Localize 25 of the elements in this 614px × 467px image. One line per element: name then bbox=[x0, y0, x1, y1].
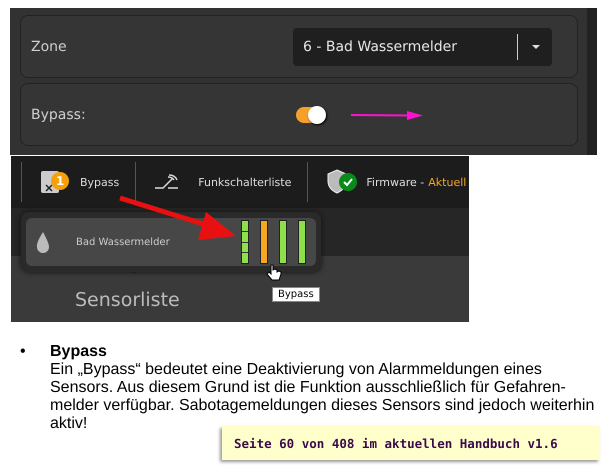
toggle-switch[interactable] bbox=[296, 106, 324, 122]
toolbar-item[interactable]: 1 Bypass bbox=[21, 162, 136, 202]
section-title: Sensorliste bbox=[75, 289, 180, 311]
toolbar-item[interactable]: Funkschalterliste bbox=[135, 162, 308, 202]
zone-dropdown[interactable]: 6 - Bad Wassermelder bbox=[293, 28, 552, 66]
hand-cursor-icon bbox=[266, 264, 282, 281]
caret-icon bbox=[532, 44, 540, 48]
page-note: Seite 60 von 408 im aktuellen Handbuch v1.6 bbox=[222, 426, 600, 460]
setting-label: Bypass: bbox=[31, 106, 87, 122]
drop-icon bbox=[36, 231, 50, 253]
count-badge: 1 bbox=[51, 172, 69, 190]
setting-label: Zone bbox=[31, 38, 68, 54]
arrow-annotation bbox=[351, 110, 423, 120]
status-bar[interactable] bbox=[279, 220, 287, 264]
status-text: Aktuell bbox=[428, 176, 466, 188]
status-bar[interactable] bbox=[260, 220, 268, 264]
bullet: • bbox=[20, 343, 27, 362]
switch-icon bbox=[154, 174, 180, 190]
toolbar-item[interactable]: Firmware - Aktuell bbox=[307, 162, 469, 202]
status-bar[interactable] bbox=[241, 220, 249, 264]
shield-check-icon bbox=[326, 169, 358, 195]
status-bar[interactable] bbox=[298, 220, 306, 264]
sensor-card[interactable]: Bad Wassermelder bbox=[26, 218, 316, 266]
tooltip: Bypass bbox=[272, 287, 320, 302]
item-heading: Bypass bbox=[50, 343, 108, 361]
